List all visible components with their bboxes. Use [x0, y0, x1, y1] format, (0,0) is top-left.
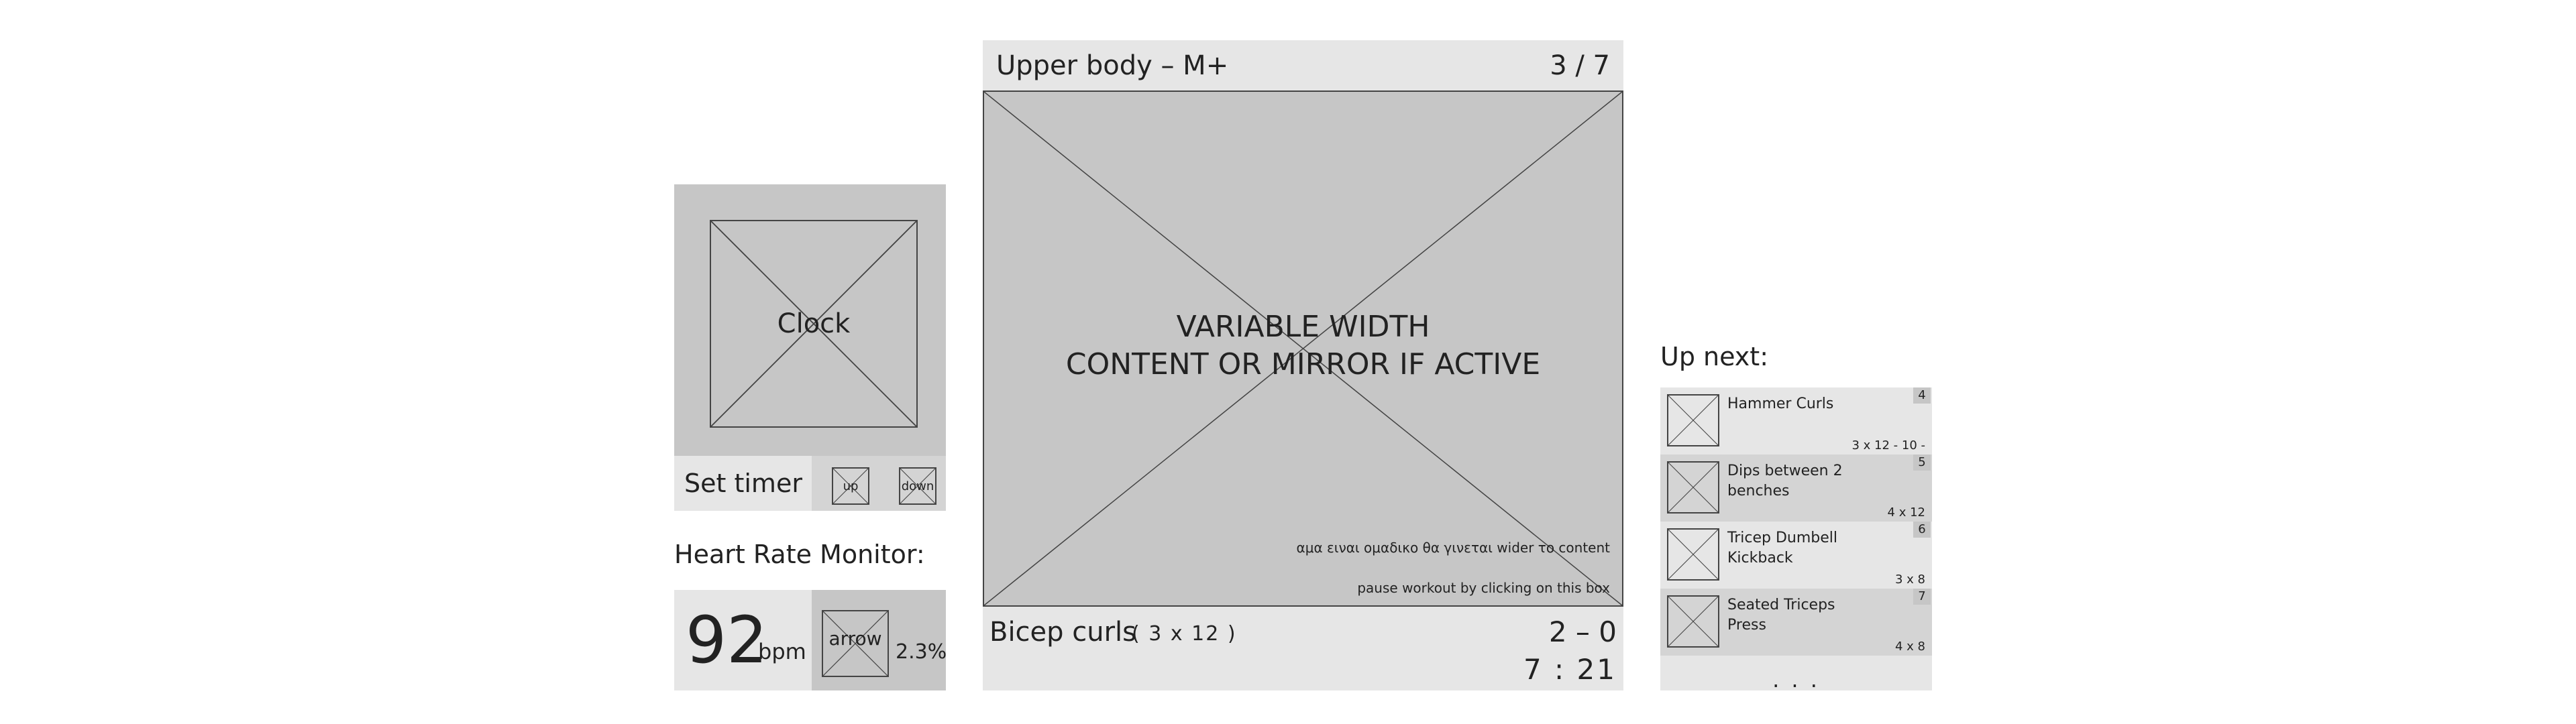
- list-item-name: Dips between 2 benches: [1727, 463, 1843, 499]
- timer-up-label: up: [843, 479, 859, 493]
- exercise-sets: ( 3 x 12 ): [1132, 622, 1237, 646]
- list-item-sets: 4 x 8: [1895, 640, 1925, 654]
- list-item-name: Tricep Dumbell Kickback: [1727, 530, 1837, 566]
- content-label-line2: CONTENT OR MIRROR IF ACTIVE: [1065, 347, 1541, 381]
- exercise-thumbnail: [1667, 528, 1719, 581]
- heart-rate-title: Heart Rate Monitor:: [674, 540, 925, 569]
- workout-title: Upper body – M+: [996, 50, 1229, 81]
- timer-down-button[interactable]: down: [899, 467, 936, 505]
- exercise-timer: 7 : 21: [1523, 653, 1617, 686]
- list-item-number: 5: [1913, 455, 1931, 471]
- content-label-line1: VARIABLE WIDTH: [1176, 310, 1430, 344]
- pause-note: pause workout by clicking on this box: [1357, 580, 1610, 596]
- exercise-name: Bicep curls: [989, 617, 1137, 648]
- trend-arrow-icon: arrow: [822, 610, 889, 677]
- exercise-thumbnail: [1667, 394, 1719, 446]
- list-item-number: 7: [1913, 589, 1931, 605]
- set-score: 2 – 0: [1548, 615, 1617, 648]
- set-timer-label: Set timer: [684, 469, 802, 498]
- group-workout-note: αμα ειναι ομαδικο θα γινεται wider το co…: [1296, 540, 1610, 556]
- list-item-name: Hammer Curls: [1727, 396, 1834, 412]
- trend-arrow-label: arrow: [828, 627, 882, 650]
- list-item-sets: 4 x 12: [1887, 505, 1925, 520]
- more-items-indicator[interactable]: . . .: [1660, 667, 1932, 692]
- list-item-number: 6: [1913, 522, 1931, 538]
- list-item-sets: 3 x 8: [1895, 572, 1925, 587]
- timer-up-button[interactable]: up: [832, 467, 869, 505]
- heart-rate-change: 2.3%: [896, 640, 947, 664]
- content-placeholder-label: VARIABLE WIDTH CONTENT OR MIRROR IF ACTI…: [983, 308, 1623, 383]
- heart-rate-unit: bpm: [758, 639, 806, 664]
- workout-progress: 3 / 7: [1550, 50, 1610, 81]
- exercise-thumbnail: [1667, 461, 1719, 514]
- timer-down-label: down: [901, 479, 934, 493]
- clock-placeholder: Clock: [710, 220, 918, 428]
- heart-rate-value: 92: [686, 603, 768, 678]
- list-item-name: Seated Triceps Press: [1727, 597, 1835, 634]
- up-next-title: Up next:: [1660, 342, 1768, 371]
- exercise-thumbnail: [1667, 595, 1719, 648]
- clock-label: Clock: [777, 308, 851, 339]
- list-item-number: 4: [1913, 387, 1931, 404]
